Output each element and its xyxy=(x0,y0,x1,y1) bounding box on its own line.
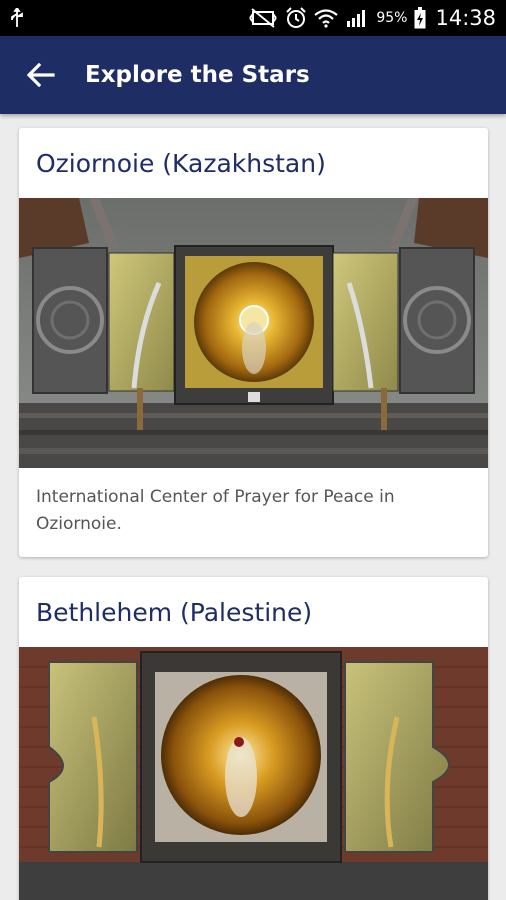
card-oziornoie[interactable]: Oziornoie (Kazakhstan) International Cen… xyxy=(19,128,488,557)
battery-icon xyxy=(414,7,426,29)
back-button[interactable] xyxy=(13,47,69,103)
card-bethlehem[interactable]: Bethlehem (Palestine) xyxy=(19,577,488,900)
clock: 14:38 xyxy=(435,6,496,30)
wifi-icon xyxy=(314,8,339,28)
card-image-altar xyxy=(19,647,488,900)
page-title: Explore the Stars xyxy=(85,62,310,88)
card-description: International Center of Prayer for Peace… xyxy=(36,487,395,534)
app-bar: Explore the Stars xyxy=(0,36,506,114)
usb-icon xyxy=(10,8,24,28)
status-bar: 95% 14:38 xyxy=(0,0,506,36)
battery-percentage: 95% xyxy=(376,10,408,26)
arrow-back-icon xyxy=(27,63,55,87)
mute-icon xyxy=(248,8,278,28)
card-title: Oziornoie (Kazakhstan) xyxy=(36,148,326,178)
card-title: Bethlehem (Palestine) xyxy=(36,597,313,627)
alarm-icon xyxy=(285,7,307,29)
card-image-altar xyxy=(19,198,488,468)
card-list[interactable]: Oziornoie (Kazakhstan) International Cen… xyxy=(0,114,506,900)
signal-icon xyxy=(345,8,369,28)
